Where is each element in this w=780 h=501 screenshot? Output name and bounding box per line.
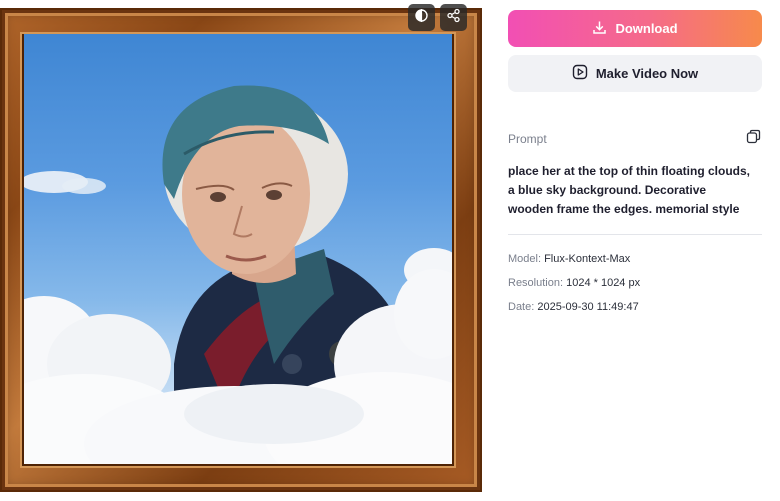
prompt-header: Prompt bbox=[508, 129, 762, 149]
model-row: Model: Flux-Kontext-Max bbox=[508, 251, 762, 275]
image-panel bbox=[0, 0, 482, 501]
compare-button[interactable] bbox=[408, 4, 435, 31]
image-metadata: Model: Flux-Kontext-Max Resolution: 1024… bbox=[508, 251, 762, 323]
details-sidebar: Download Make Video Now Prompt place her… bbox=[508, 10, 762, 323]
generated-image[interactable] bbox=[24, 34, 452, 464]
copy-prompt-button[interactable] bbox=[744, 129, 762, 149]
half-circle-compare-icon bbox=[414, 8, 429, 28]
prompt-label: Prompt bbox=[508, 132, 547, 146]
download-label: Download bbox=[615, 21, 678, 36]
resolution-row: Resolution: 1024 * 1024 px bbox=[508, 275, 762, 299]
portrait-illustration bbox=[24, 85, 452, 464]
share-icon bbox=[446, 8, 461, 28]
resolution-value: 1024 * 1024 px bbox=[566, 277, 641, 289]
model-value: Flux-Kontext-Max bbox=[544, 253, 631, 265]
download-icon bbox=[592, 20, 607, 38]
copy-icon bbox=[746, 129, 761, 149]
date-row: Date: 2025-09-30 11:49:47 bbox=[508, 299, 762, 323]
date-value: 2025-09-30 11:49:47 bbox=[537, 301, 639, 313]
share-button[interactable] bbox=[440, 4, 467, 31]
make-video-label: Make Video Now bbox=[595, 66, 699, 81]
download-button[interactable]: Download bbox=[508, 10, 762, 47]
model-label: Model: bbox=[508, 253, 545, 265]
make-video-button[interactable]: Make Video Now bbox=[508, 55, 762, 92]
resolution-label: Resolution: bbox=[508, 277, 567, 289]
prompt-text: place her at the top of thin floating cl… bbox=[508, 164, 751, 216]
divider bbox=[508, 234, 762, 235]
play-icon bbox=[572, 64, 588, 83]
date-label: Date: bbox=[508, 301, 538, 313]
